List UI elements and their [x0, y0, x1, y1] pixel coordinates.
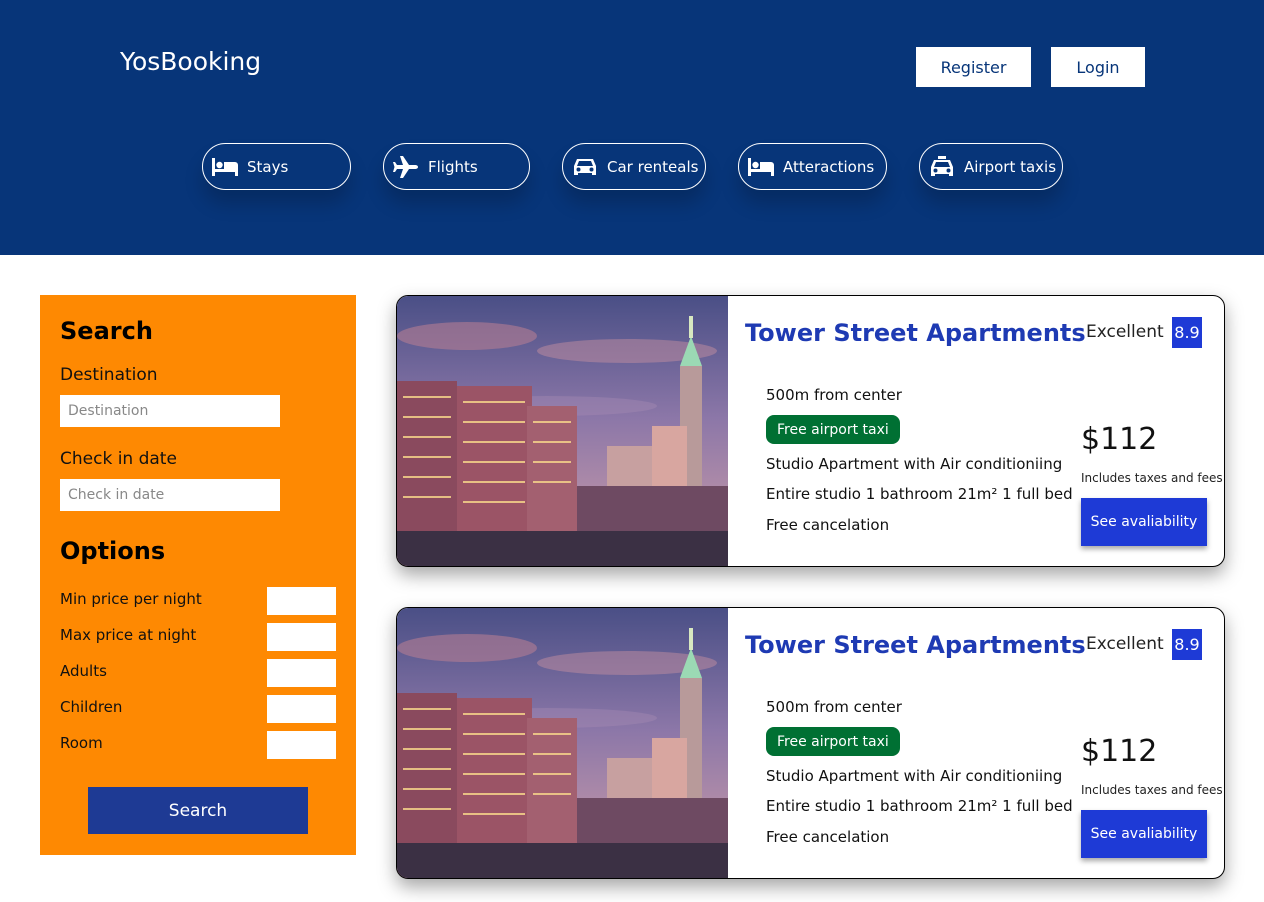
result-card: Tower Street Apartments Excellent 8.9 50… [396, 607, 1225, 879]
bed-icon [211, 155, 239, 179]
free-taxi-badge: Free airport taxi [766, 415, 900, 444]
destination-label: Destination [60, 365, 158, 385]
tax-note: Includes taxes and fees [1081, 783, 1223, 797]
nav-label: Airport taxis [964, 157, 1057, 176]
distance-text: 500m from center [766, 698, 902, 716]
children-input[interactable] [267, 695, 336, 723]
see-availability-button[interactable]: See avaliability [1081, 498, 1207, 546]
result-card: Tower Street Apartments Excellent 8.9 50… [396, 295, 1225, 567]
max-price-input[interactable] [267, 623, 336, 651]
nav-item-flights[interactable]: Flights [383, 143, 530, 190]
rating-text: Excellent [1086, 322, 1164, 342]
max-price-label: Max price at night [60, 626, 197, 644]
children-label: Children [60, 698, 123, 716]
search-title: Search [60, 317, 153, 345]
login-button[interactable]: Login [1051, 47, 1145, 87]
taxi-icon [928, 155, 956, 179]
checkin-input[interactable] [60, 479, 280, 511]
nav-label: Flights [428, 157, 478, 176]
rating-badge: 8.9 [1172, 317, 1202, 348]
tax-note: Includes taxes and fees [1081, 471, 1223, 485]
logo[interactable]: YosBooking [120, 47, 261, 76]
room-subtitle: Studio Apartment with Air conditioniing [766, 455, 1063, 473]
price: $112 [1081, 422, 1158, 457]
room-input[interactable] [267, 731, 336, 759]
nav-item-car-rentals[interactable]: Car renteals [562, 143, 706, 190]
free-taxi-badge: Free airport taxi [766, 727, 900, 756]
min-price-input[interactable] [267, 587, 336, 615]
destination-input[interactable] [60, 395, 280, 427]
options-title: Options [60, 537, 166, 565]
register-button[interactable]: Register [916, 47, 1031, 87]
distance-text: 500m from center [766, 386, 902, 404]
search-panel: Search Destination Check in date Options… [40, 295, 356, 855]
bed-icon [747, 155, 775, 179]
cancellation-text: Free cancelation [766, 828, 890, 846]
nav-label: Atteractions [783, 157, 875, 176]
room-features: Entire studio 1 bathroom 21m² 1 full bed [766, 485, 1073, 503]
cancellation-text: Free cancelation [766, 516, 890, 534]
hotel-image[interactable] [397, 608, 728, 878]
car-icon [571, 155, 599, 179]
nav-item-attractions[interactable]: Atteractions [738, 143, 887, 190]
rating-text: Excellent [1086, 634, 1164, 654]
see-availability-button[interactable]: See avaliability [1081, 810, 1207, 858]
adults-input[interactable] [267, 659, 336, 687]
hotel-title[interactable]: Tower Street Apartments [745, 631, 1086, 659]
plane-icon [392, 155, 420, 179]
hotel-title[interactable]: Tower Street Apartments [745, 319, 1086, 347]
header: YosBooking Register Login Stays Flights … [0, 0, 1264, 255]
min-price-label: Min price per night [60, 590, 202, 608]
nav-label: Car renteals [607, 157, 699, 176]
search-button[interactable]: Search [88, 787, 308, 834]
room-features: Entire studio 1 bathroom 21m² 1 full bed [766, 797, 1073, 815]
nav-item-stays[interactable]: Stays [202, 143, 351, 190]
room-label: Room [60, 734, 103, 752]
hotel-image[interactable] [397, 296, 728, 566]
adults-label: Adults [60, 662, 107, 680]
price: $112 [1081, 734, 1158, 769]
nav-item-airport-taxis[interactable]: Airport taxis [919, 143, 1063, 190]
nav-label: Stays [247, 157, 289, 176]
rating-badge: 8.9 [1172, 629, 1202, 660]
room-subtitle: Studio Apartment with Air conditioniing [766, 767, 1063, 785]
checkin-label: Check in date [60, 449, 177, 469]
